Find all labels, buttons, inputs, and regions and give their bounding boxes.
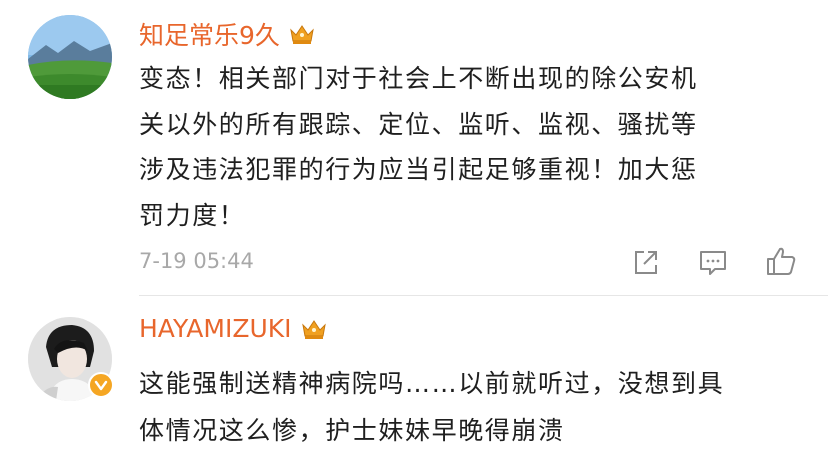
comment-item-1: 知足常乐9久 变态！相关部门对于社会上不断出现的除公安机 关以外的所有跟踪、定位… bbox=[0, 0, 828, 296]
username[interactable]: HAYAMIZUKI bbox=[139, 314, 328, 343]
username-text[interactable]: HAYAMIZUKI bbox=[139, 314, 292, 343]
comment-line: 关以外的所有跟踪、定位、监听、监视、骚扰等 bbox=[139, 109, 698, 139]
crown-icon bbox=[301, 319, 326, 339]
crown-icon bbox=[290, 25, 314, 44]
comment-item-2: HAYAMIZUKI 这能强制送精神病院吗……以前就听过，没想到具 体情况这么惨… bbox=[0, 296, 828, 457]
comment-text: 变态！相关部门对于社会上不断出现的除公安机 关以外的所有跟踪、定位、监听、监视、… bbox=[139, 56, 799, 238]
username[interactable]: 知足常乐9久 bbox=[139, 16, 316, 52]
avatar[interactable] bbox=[28, 15, 112, 99]
comment-line: 这能强制送精神病院吗……以前就听过，没想到具 bbox=[139, 369, 725, 398]
landscape-avatar-image bbox=[28, 15, 112, 99]
username-text[interactable]: 知足常乐9久 bbox=[139, 16, 280, 52]
share-icon[interactable] bbox=[631, 248, 661, 282]
comment-line: 涉及违法犯罪的行为应当引起足够重视！加大惩 bbox=[139, 155, 698, 184]
comment-line: 体情况这么惨，护士妹妹早晚得崩溃 bbox=[139, 416, 565, 445]
like-icon[interactable] bbox=[765, 245, 797, 281]
comment-line: 罚力度！ bbox=[139, 200, 246, 230]
timestamp: 7-19 05:44 bbox=[139, 249, 254, 273]
comment-icon[interactable] bbox=[698, 248, 728, 282]
comment-line: 变态！相关部门对于社会上不断出现的除公安机 bbox=[139, 64, 698, 93]
verified-badge-icon bbox=[88, 372, 114, 398]
comment-text: 这能强制送精神病院吗……以前就听过，没想到具 体情况这么惨，护士妹妹早晚得崩溃 bbox=[139, 360, 799, 454]
